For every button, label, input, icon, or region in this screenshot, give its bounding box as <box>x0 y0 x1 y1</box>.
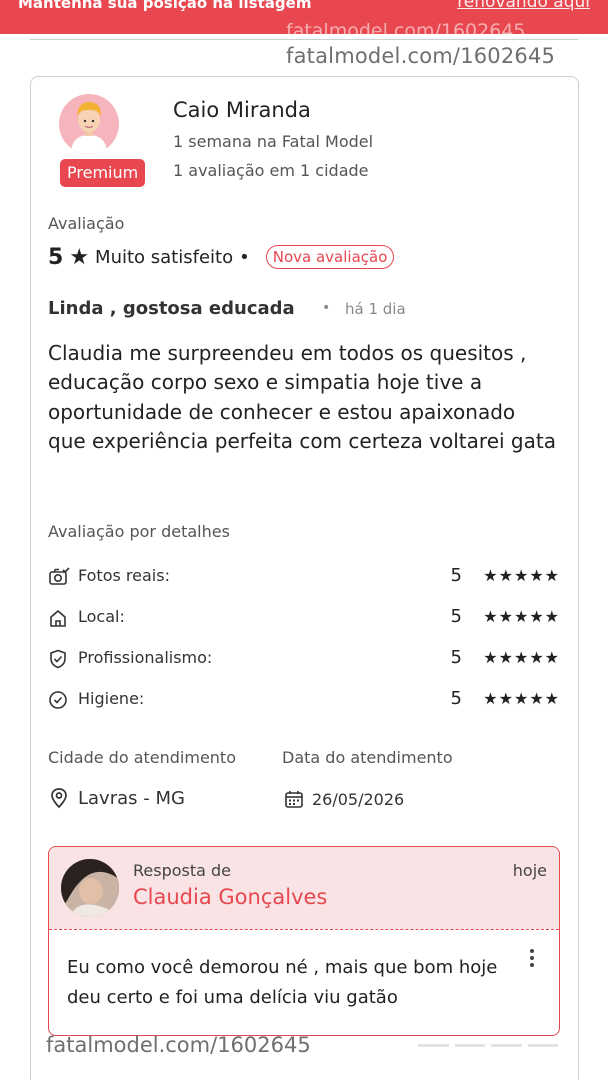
user-avatar-icon <box>71 102 107 154</box>
detail-label: Higiene: <box>78 689 145 708</box>
reply-body: Eu como você demorou né , mais que bom h… <box>67 957 498 1008</box>
shield-check-icon <box>50 649 66 669</box>
detail-label: Fotos reais: <box>78 566 170 585</box>
rating-separator: • <box>239 246 250 268</box>
review-title: Linda , gostosa educada <box>48 298 295 319</box>
review-body: Claudia me surpreendeu em todos os quesi… <box>48 341 556 454</box>
detail-label: Profissionalismo: <box>78 648 213 667</box>
reviewer-avatar <box>59 94 119 154</box>
rating-sentiment: Muito satisfeito <box>95 246 234 268</box>
reviewer-name[interactable]: Caio Miranda <box>173 98 311 122</box>
detail-label: Local: <box>78 607 125 626</box>
detail-row-fotos: Fotos reais: 5 ★★★★★ <box>48 564 560 590</box>
reply-time: hoje <box>512 861 547 880</box>
divider <box>30 39 578 40</box>
location-pin-icon <box>51 788 67 809</box>
banner-watermark: fatalmodel.com/1602645 <box>286 20 526 34</box>
check-circle-icon <box>49 691 67 709</box>
detail-row-profissionalismo: Profissionalismo: 5 ★★★★★ <box>48 646 560 672</box>
city-value-row: Lavras - MG <box>48 787 185 809</box>
details-heading: Avaliação por detalhes <box>48 522 230 541</box>
detail-score: 5 <box>450 565 462 586</box>
watermark-bottom: fatalmodel.com/1602645 <box>46 1033 311 1057</box>
detail-stars: ★★★★★ <box>483 607 560 626</box>
star-icon: ★ <box>69 244 90 270</box>
detail-score: 5 <box>450 606 462 627</box>
rating-label: Avaliação <box>48 214 125 233</box>
reply-card: Resposta de Claudia Gonçalves hoje Eu co… <box>48 846 560 1036</box>
detail-stars: ★★★★★ <box>483 648 560 667</box>
provider-avatar[interactable] <box>61 859 119 917</box>
reviewer-tenure: 1 semana na Fatal Model <box>173 132 374 151</box>
rating-score: 5 <box>48 244 64 270</box>
new-review-tag: Nova avaliação <box>265 245 395 269</box>
watermark-bottom-faint <box>418 1040 558 1050</box>
date-label: Data do atendimento <box>282 748 453 767</box>
detail-score: 5 <box>450 688 462 709</box>
review-title-separator: • <box>322 300 331 316</box>
reply-divider <box>49 929 559 930</box>
renew-link[interactable]: renovando aqui <box>457 0 590 12</box>
watermark-top: fatalmodel.com/1602645 <box>286 44 556 68</box>
more-options-icon[interactable] <box>527 947 537 971</box>
top-banner: Mantenha sua posição na listagem renovan… <box>0 0 608 34</box>
reply-header: Resposta de Claudia Gonçalves hoje <box>49 847 559 929</box>
review-time: há 1 dia <box>345 300 406 318</box>
banner-message: Mantenha sua posição na listagem <box>18 0 312 12</box>
reply-author-name[interactable]: Claudia Gonçalves <box>133 885 327 909</box>
profile-photo-icon <box>61 859 119 917</box>
detail-row-local: Local: 5 ★★★★★ <box>48 605 560 631</box>
detail-stars: ★★★★★ <box>483 566 560 585</box>
city-value: Lavras - MG <box>78 787 185 809</box>
calendar-icon <box>285 791 303 808</box>
date-value: 26/05/2026 <box>312 789 405 809</box>
detail-stars: ★★★★★ <box>483 689 560 708</box>
detail-row-higiene: Higiene: 5 ★★★★★ <box>48 687 560 713</box>
date-value-row: 26/05/2026 <box>284 789 404 809</box>
rating-summary: 5 ★ Muito satisfeito • Nova avaliação <box>48 242 395 272</box>
home-icon <box>50 610 66 627</box>
camera-check-icon <box>49 567 70 585</box>
premium-badge: Premium <box>60 159 146 187</box>
reply-from-label: Resposta de <box>133 861 232 880</box>
city-label: Cidade do atendimento <box>48 748 236 767</box>
reviewer-review-count: 1 avaliação em 1 cidade <box>173 161 369 180</box>
detail-score: 5 <box>450 647 462 668</box>
